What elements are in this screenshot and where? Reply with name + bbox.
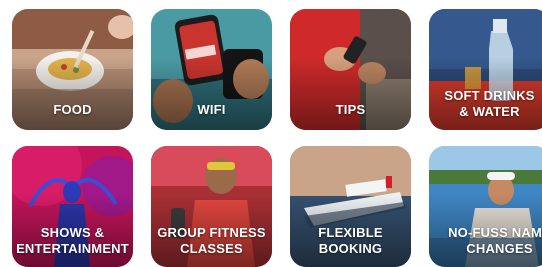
label-shade <box>290 57 411 130</box>
tile-tips[interactable]: TIPS <box>290 9 411 130</box>
tile-label: FLEXIBLE BOOKING <box>318 225 383 256</box>
label-shade <box>12 57 133 130</box>
tile-label: GROUP FITNESS CLASSES <box>157 225 266 256</box>
tile-soft-drinks-water[interactable]: SOFT DRINKS & WATER <box>429 9 542 130</box>
tile-label: WIFI <box>197 102 226 117</box>
included-perks-grid: FOOD WIFI TIPS SOFT DRINKS & WATER SHOWS… <box>0 0 542 267</box>
tile-food[interactable]: FOOD <box>12 9 133 130</box>
tile-shows-entertainment[interactable]: SHOWS & ENTERTAINMENT <box>12 146 133 267</box>
tile-no-fuss-name-changes[interactable]: NO-FUSS NAME CHANGES <box>429 146 542 267</box>
tile-label: TIPS <box>335 102 366 117</box>
tile-wifi[interactable]: WIFI <box>151 9 272 130</box>
tile-label: SHOWS & ENTERTAINMENT <box>16 225 129 256</box>
tile-group-fitness-classes[interactable]: GROUP FITNESS CLASSES <box>151 146 272 267</box>
tile-label: NO-FUSS NAME CHANGES <box>448 225 542 256</box>
tile-label: SOFT DRINKS & WATER <box>444 88 535 119</box>
label-shade <box>151 57 272 130</box>
tile-flexible-booking[interactable]: FLEXIBLE BOOKING <box>290 146 411 267</box>
tile-label: FOOD <box>53 102 92 117</box>
